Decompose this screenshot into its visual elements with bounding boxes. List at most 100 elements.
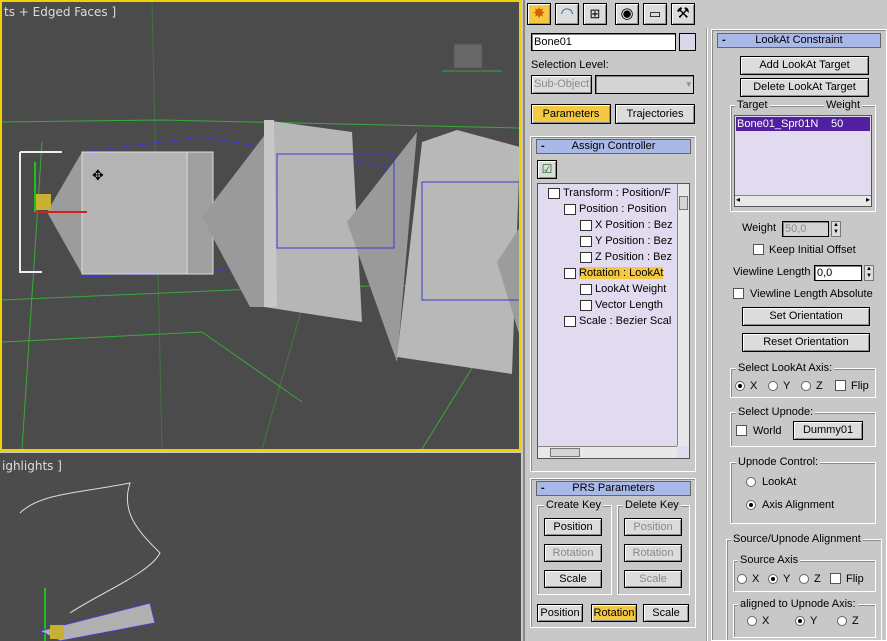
upnode-object-button[interactable]: Dummy01 [793, 421, 863, 440]
trajectories-button[interactable]: Trajectories [615, 104, 695, 124]
controller-tree-item[interactable]: LookAt Weight [580, 281, 666, 297]
parameters-button[interactable]: Parameters [531, 104, 611, 124]
source-axis-z-radio[interactable] [799, 574, 809, 584]
aligned-axis-x-label: X [762, 615, 770, 627]
reset-orientation-button[interactable]: Reset Orientation [742, 333, 870, 352]
aligned-axis-z-radio[interactable] [837, 616, 847, 626]
tree-vscroll[interactable] [677, 184, 689, 446]
hierarchy-tab[interactable]: ⊞ [583, 3, 607, 25]
source-flip-checkbox[interactable] [830, 573, 841, 584]
aligned-axis-y-label: Y [810, 615, 818, 627]
controller-tree-item[interactable]: X Position : Bez [580, 217, 673, 233]
bottom-viewport[interactable]: ighlights ] [0, 453, 521, 641]
assign-check-icon: ☑ [541, 162, 553, 176]
controller-icon [580, 235, 592, 247]
source-axis-x-radio[interactable] [737, 574, 747, 584]
viewline-absolute-label: Viewline Length Absolute [750, 288, 873, 300]
tree-scroll-thumb[interactable] [679, 196, 688, 210]
source-axis-label: Source Axis [738, 554, 801, 566]
aligned-axis-x-radio[interactable] [747, 616, 757, 626]
viewline-absolute-checkbox[interactable] [733, 288, 744, 299]
set-orientation-button[interactable]: Set Orientation [742, 307, 870, 326]
controller-tree-item[interactable]: Vector Length [580, 297, 663, 313]
lookat-axis-y-radio[interactable] [768, 381, 778, 391]
delete-scale-key-button[interactable]: Scale [624, 570, 682, 588]
upnode-lookat-label: LookAt [762, 476, 797, 488]
controller-tree-item[interactable]: Scale : Bezier Scal [564, 313, 671, 329]
controller-tree-label: Y Position : Bez [595, 235, 673, 247]
controller-tree[interactable]: Transform : Position/F Position : Positio… [537, 183, 690, 459]
controller-tree-item[interactable]: Y Position : Bez [580, 233, 672, 249]
create-rotation-key-button[interactable]: Rotation [544, 544, 602, 562]
motion-icon: ◉ [620, 5, 634, 22]
viewline-length-label: Viewline Length [733, 266, 811, 278]
aligned-axis-y-radio[interactable] [795, 616, 805, 626]
target-row[interactable]: Bone01_Spr01N 50 [736, 117, 870, 131]
tree-hscroll[interactable] [538, 446, 677, 458]
display-tab[interactable]: ▭ [643, 3, 667, 25]
scroll-left-icon[interactable]: ◂ [736, 195, 740, 204]
lookat-flip-checkbox[interactable] [835, 380, 846, 391]
target-hscroll[interactable]: ◂ ▸ [735, 195, 871, 206]
rotation-mode-button[interactable]: Rotation [591, 604, 637, 622]
upnode-axis-alignment-label: Axis Alignment [762, 499, 835, 511]
viewline-length-arrows[interactable]: ▲ ▼ [864, 265, 874, 281]
source-axis-y-radio[interactable] [768, 574, 778, 584]
source-axis-y-label: Y [783, 573, 791, 585]
object-name-field[interactable]: Bone01 [531, 33, 676, 51]
controller-tree-label: LookAt Weight [595, 283, 667, 295]
controller-icon [580, 283, 592, 295]
controller-tree-item[interactable]: Z Position : Bez [580, 249, 672, 265]
controller-tree-label: Scale : Bezier Scal [579, 315, 672, 327]
top-viewport[interactable]: ts + Edged Faces ] ✥ [0, 0, 521, 451]
controller-tree-item[interactable]: Position : Position [564, 201, 666, 217]
upnode-world-label: World [753, 425, 782, 437]
tree-hscroll-thumb[interactable] [550, 448, 580, 457]
sub-object-button[interactable]: Sub-Object [531, 75, 592, 94]
controller-tree-label: Rotation : LookAt [579, 267, 664, 279]
assign-controller-button[interactable]: ☑ [537, 160, 557, 179]
create-scale-key-button[interactable]: Scale [544, 570, 602, 588]
source-upnode-label: Source/Upnode Alignment [731, 533, 863, 545]
sub-object-dropdown[interactable]: ▾ [595, 75, 694, 94]
controller-icon [564, 203, 576, 215]
delete-position-key-button[interactable]: Position [624, 518, 682, 536]
object-color-swatch[interactable] [679, 33, 696, 51]
controller-tree-item[interactable]: Rotation : LookAt [564, 265, 664, 281]
create-position-key-button[interactable]: Position [544, 518, 602, 536]
prs-header[interactable]: - PRS Parameters [536, 481, 691, 496]
lookat-header[interactable]: - LookAt Constraint [717, 33, 881, 48]
lookat-axis-x-radio[interactable] [735, 381, 745, 391]
target-column-header: Target [735, 99, 770, 111]
scroll-right-icon[interactable]: ▸ [866, 195, 870, 204]
lookat-axis-z-radio[interactable] [801, 381, 811, 391]
controller-tree-label: Position : Position [579, 203, 667, 215]
upnode-lookat-radio[interactable] [746, 477, 756, 487]
delete-lookat-target-button[interactable]: Delete LookAt Target [740, 78, 869, 97]
utilities-tab[interactable]: ⚒ [671, 3, 695, 25]
hierarchy-icon: ⊞ [589, 6, 601, 21]
upnode-control-label: Upnode Control: [736, 456, 821, 468]
scale-mode-button[interactable]: Scale [643, 604, 689, 622]
create-key-label: Create Key [544, 499, 604, 511]
lookat-axis-z-label: Z [816, 380, 823, 392]
viewline-length-field[interactable]: 0,0 [814, 265, 862, 281]
keep-initial-offset-checkbox[interactable] [753, 244, 764, 255]
svg-text:✥: ✥ [92, 167, 104, 183]
utilities-hammer-icon: ⚒ [676, 5, 690, 22]
controller-tree-item[interactable]: Transform : Position/F [548, 185, 671, 201]
upnode-axis-alignment-radio[interactable] [746, 500, 756, 510]
assign-controller-header[interactable]: - Assign Controller [536, 139, 691, 154]
upnode-world-checkbox[interactable] [736, 425, 747, 436]
controller-tree-label: X Position : Bez [595, 219, 673, 231]
target-list[interactable]: Bone01_Spr01N 50 ◂ ▸ [734, 115, 872, 207]
position-mode-button[interactable]: Position [537, 604, 583, 622]
create-tab[interactable]: ✸ [527, 3, 551, 25]
add-lookat-target-button[interactable]: Add LookAt Target [740, 56, 869, 75]
modify-tab[interactable]: ◠ [555, 3, 579, 25]
aligned-axis-label: aligned to Upnode Axis: [738, 598, 858, 610]
motion-tab[interactable]: ◉ [615, 3, 639, 25]
weight-spinner-arrows[interactable]: ▲ ▼ [831, 221, 841, 237]
weight-spinner-field[interactable]: 50,0 [782, 221, 829, 237]
delete-rotation-key-button[interactable]: Rotation [624, 544, 682, 562]
